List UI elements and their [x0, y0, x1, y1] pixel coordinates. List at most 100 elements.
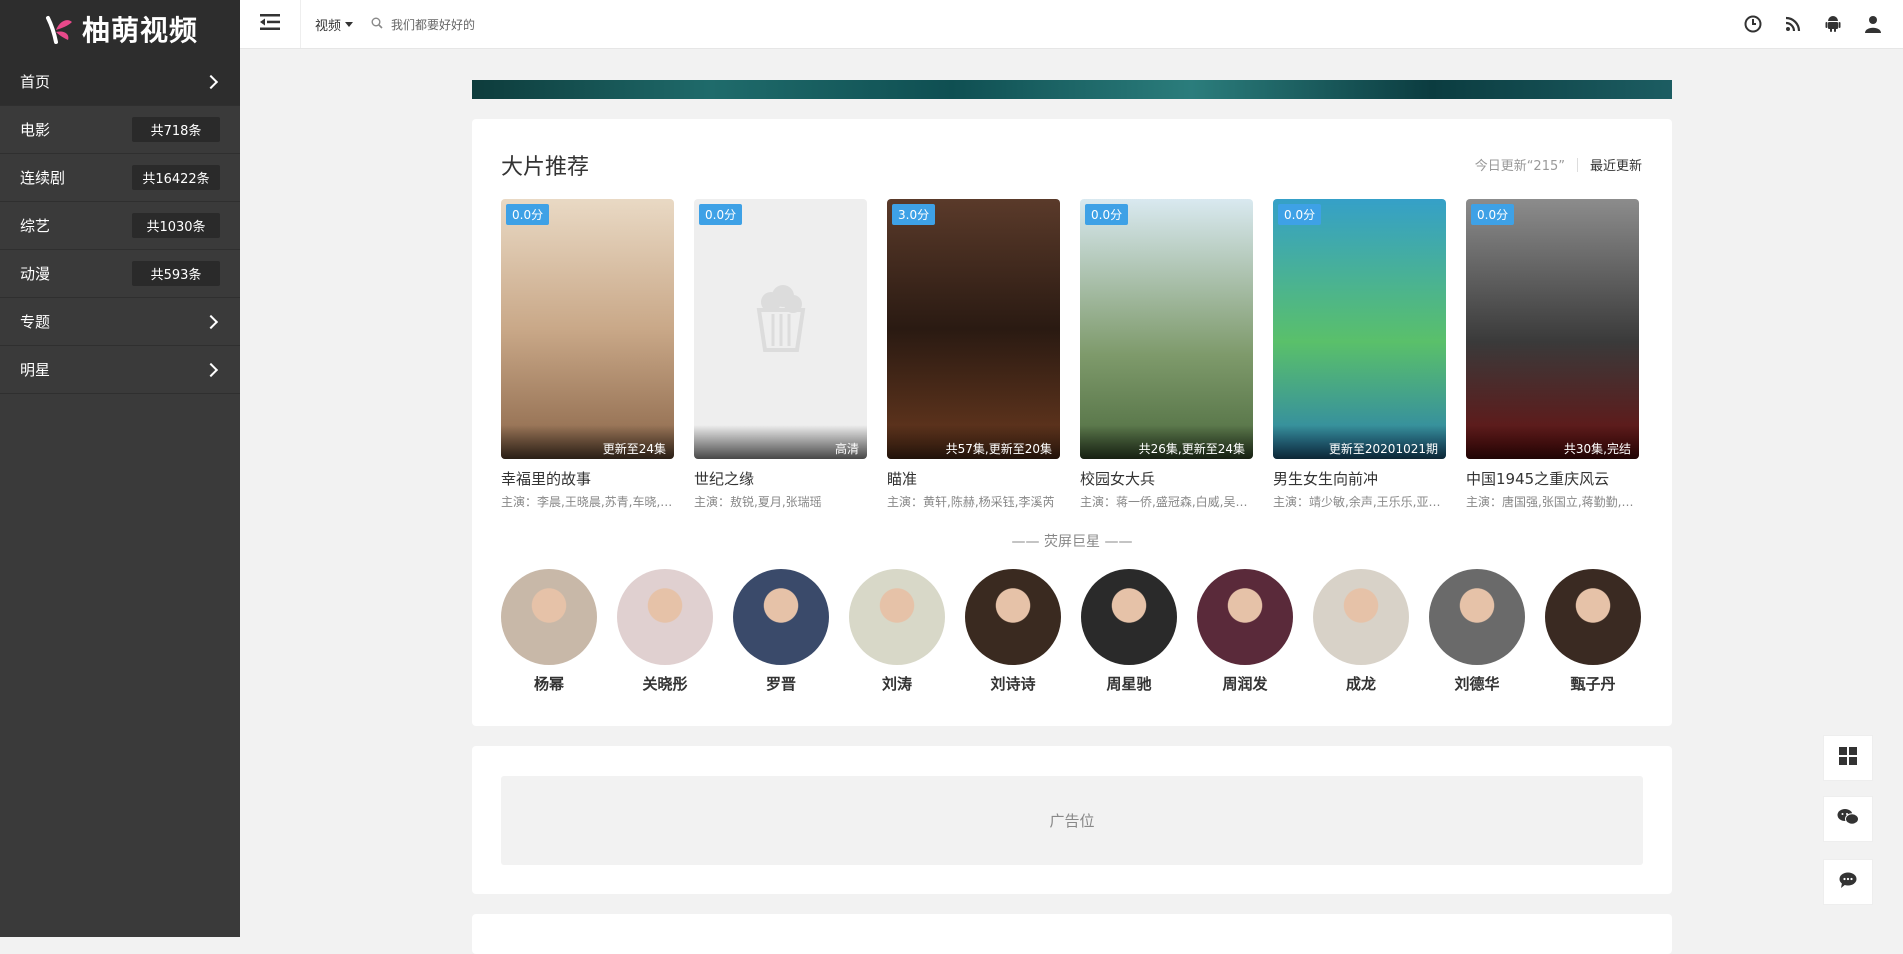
movie-cast: 主演：唐国强,张国立,蒋勤勤,… [1466, 495, 1634, 509]
star-item[interactable]: 罗晋 [733, 569, 829, 694]
sidebar: 柚萌视频 首页电影 共718条连续剧 共16422条 综艺 共1030条动漫 共593条专… [0, 0, 240, 937]
movie-card[interactable]: 0.0分 更新至20201021期 男生女生向前冲 主演：靖少敏,余声,王乐乐,亚… [1273, 199, 1446, 510]
episode-status: 更新至24集 [501, 425, 674, 459]
movie-title[interactable]: 瞄准 [887, 468, 1060, 489]
sidebar-item-label: 动漫 [20, 265, 51, 283]
movie-card[interactable]: 0.0分 高清世纪之缘主演：敖锐,夏月,张瑞瑶 [694, 199, 867, 510]
sidebar-item-count: 共1030条 [132, 213, 220, 238]
movie-poster[interactable]: 0.0分 更新至20201021期 [1273, 199, 1446, 459]
windows-button[interactable] [1823, 735, 1873, 781]
star-name[interactable]: 关晓彤 [617, 673, 713, 694]
avatar[interactable] [1545, 569, 1641, 665]
avatar[interactable] [849, 569, 945, 665]
avatar[interactable] [1313, 569, 1409, 665]
star-item[interactable]: 刘涛 [849, 569, 945, 694]
star-name[interactable]: 刘诗诗 [965, 673, 1061, 694]
logo-text: 柚萌视频 [81, 14, 198, 47]
movie-poster[interactable]: 3.0分共57集,更新至20集 [887, 199, 1060, 459]
sidebar-item[interactable]: 明星 [0, 346, 240, 394]
avatar[interactable] [617, 569, 713, 665]
star-item[interactable]: 关晓彤 [617, 569, 713, 694]
movie-title[interactable]: 中国1945之重庆风云 [1466, 468, 1639, 489]
avatar[interactable] [1429, 569, 1525, 665]
movie-card[interactable]: 3.0分共57集,更新至20集瞄准主演：黄轩,陈赫,杨采钰,李溪芮 [887, 199, 1060, 510]
top-bar: 视频 我们都要好好的 [240, 0, 1903, 49]
star-name[interactable]: 成龙 [1313, 673, 1409, 694]
movie-cast: 主演：敖锐,夏月,张瑞瑶 [694, 495, 822, 509]
movie-poster[interactable]: 0.0分 高清 [694, 199, 867, 459]
menu-toggle-button[interactable] [240, 0, 301, 48]
ad-label: 广告位 [1049, 812, 1095, 830]
placeholder-icon [751, 284, 811, 358]
star-item[interactable]: 甄子丹 [1545, 569, 1641, 694]
sidebar-item-label: 明星 [20, 361, 51, 379]
menu-collapse-icon [260, 14, 280, 34]
sidebar-item-count: 共593条 [132, 261, 220, 286]
search-box[interactable]: 我们都要好好的 [371, 16, 475, 33]
caret-down-icon [345, 21, 354, 27]
star-name[interactable]: 罗晋 [733, 673, 829, 694]
sidebar-item[interactable]: 综艺 共1030条 [0, 202, 240, 250]
top-icons [1743, 0, 1883, 48]
user-icon[interactable] [1863, 14, 1883, 34]
movie-poster[interactable]: 0.0分 共30集,完结 [1466, 199, 1639, 459]
score-badge: 0.0分 [1085, 204, 1129, 225]
movie-card[interactable]: 0.0分 共30集,完结中国1945之重庆风云主演：唐国强,张国立,蒋勤勤,… [1466, 199, 1639, 510]
avatar[interactable] [501, 569, 597, 665]
sidebar-item[interactable]: 首页 [0, 58, 240, 106]
recent-update-link[interactable]: 最近更新 [1590, 155, 1642, 174]
sidebar-item-label: 电影 [20, 121, 51, 139]
channel-select[interactable]: 视频 [315, 15, 354, 34]
star-item[interactable]: 刘诗诗 [965, 569, 1061, 694]
star-item[interactable]: 成龙 [1313, 569, 1409, 694]
star-item[interactable]: 周润发 [1197, 569, 1293, 694]
episode-status: 共57集,更新至20集 [887, 425, 1060, 459]
movie-card[interactable]: 0.0分 共26集,更新至24集校园女大兵主演：蒋一侨,盛冠森,白威,吴… [1080, 199, 1253, 510]
movie-title[interactable]: 校园女大兵 [1080, 468, 1253, 489]
movie-title[interactable]: 幸福里的故事 [501, 468, 674, 489]
star-item[interactable]: 刘德华 [1429, 569, 1525, 694]
star-name[interactable]: 周润发 [1197, 673, 1293, 694]
sidebar-item[interactable]: 专题 [0, 298, 240, 346]
movie-cast: 主演：蒋一侨,盛冠森,白威,吴… [1080, 495, 1248, 509]
score-badge: 0.0分 [1278, 204, 1322, 225]
section-title: 大片推荐 [501, 155, 590, 180]
chat-button[interactable] [1823, 859, 1873, 905]
chevron-right-icon [203, 74, 219, 89]
star-name[interactable]: 刘德华 [1429, 673, 1525, 694]
history-icon[interactable] [1743, 14, 1763, 34]
movie-cast: 主演：黄轩,陈赫,杨采钰,李溪芮 [887, 495, 1055, 509]
stars-heading: —— 荧屏巨星 —— [1011, 534, 1133, 550]
star-name[interactable]: 刘涛 [849, 673, 945, 694]
sidebar-item[interactable]: 连续剧 共16422条 [0, 154, 240, 202]
score-badge: 0.0分 [699, 204, 743, 225]
avatar[interactable] [965, 569, 1061, 665]
ad-slot[interactable]: 广告位 [501, 776, 1643, 865]
avatar[interactable] [733, 569, 829, 665]
sidebar-item[interactable]: 电影 共718条 [0, 106, 240, 154]
logo[interactable]: 柚萌视频 [0, 0, 240, 58]
movie-title[interactable]: 男生女生向前冲 [1273, 468, 1446, 489]
star-item[interactable]: 杨幂 [501, 569, 597, 694]
score-badge: 3.0分 [892, 204, 936, 225]
channel-label: 视频 [315, 18, 342, 34]
top-banner-image[interactable] [472, 80, 1672, 99]
sidebar-item-count: 共718条 [132, 117, 220, 142]
search-input[interactable]: 我们都要好好的 [391, 16, 475, 33]
star-name[interactable]: 周星驰 [1081, 673, 1177, 694]
avatar[interactable] [1197, 569, 1293, 665]
movie-poster[interactable]: 0.0分 共26集,更新至24集 [1080, 199, 1253, 459]
wechat-button[interactable] [1823, 796, 1873, 842]
movie-card[interactable]: 0.0分 更新至24集幸福里的故事主演：李晨,王晓晨,苏青,车晓,… [501, 199, 674, 510]
rss-icon[interactable] [1783, 14, 1803, 34]
android-icon[interactable] [1823, 14, 1843, 34]
section-links: 今日更新“215” 最近更新 [1475, 155, 1642, 174]
sidebar-item[interactable]: 动漫 共593条 [0, 250, 240, 298]
movie-poster[interactable]: 0.0分 更新至24集 [501, 199, 674, 459]
star-name[interactable]: 杨幂 [501, 673, 597, 694]
star-item[interactable]: 周星驰 [1081, 569, 1177, 694]
avatar[interactable] [1081, 569, 1177, 665]
star-name[interactable]: 甄子丹 [1545, 673, 1641, 694]
movie-cast: 主演：李晨,王晓晨,苏青,车晓,… [501, 495, 673, 509]
movie-title[interactable]: 世纪之缘 [694, 468, 867, 489]
